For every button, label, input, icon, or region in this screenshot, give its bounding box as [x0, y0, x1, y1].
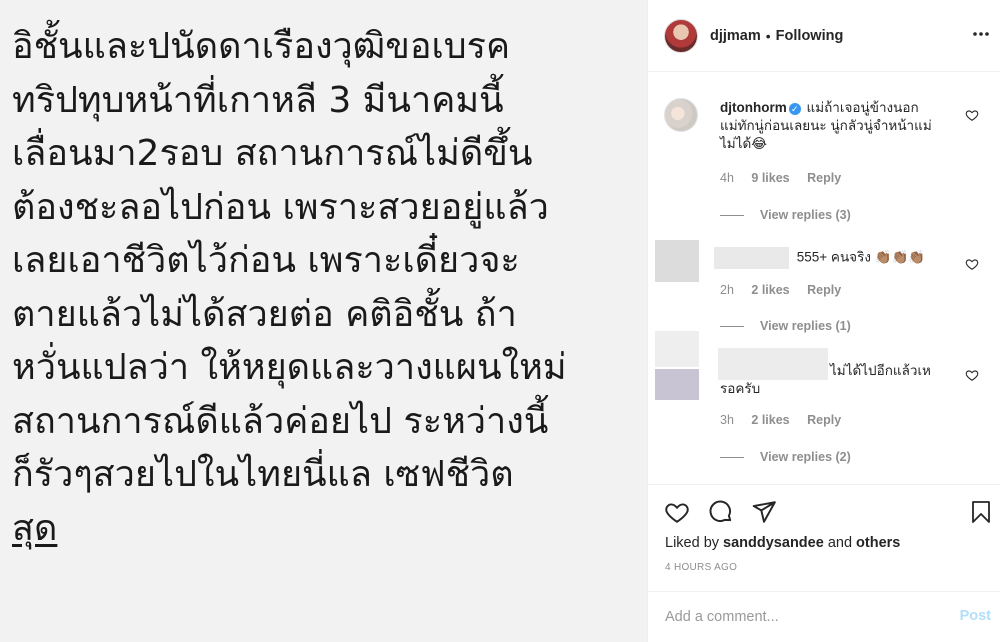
comment: djtonhorm ✓ แม่ถ้าเจอนู่ข้างนอก แม่ทักนู่…	[720, 99, 950, 153]
comment-likes[interactable]: 2 likes	[751, 283, 789, 297]
comment: 555+ คนจริง 👏🏽👏🏽👏🏽	[714, 247, 954, 269]
post-text-line: ตายแล้วไม่ได้สวยต่อ คติอิชั้น ถ้า	[12, 293, 517, 335]
reply-button[interactable]: Reply	[807, 413, 841, 427]
replies-dash	[720, 325, 744, 327]
heart-icon[interactable]	[664, 499, 690, 525]
more-icon[interactable]	[971, 24, 991, 44]
header-separator: •	[765, 27, 771, 44]
liked-prefix: Liked by	[665, 535, 724, 551]
commenter-username-blurred[interactable]	[714, 247, 789, 269]
post-image: อิชั้นและปนัดดาเรืองวุฒิขอเบรค ทริปทุบหน…	[0, 0, 647, 642]
verified-icon: ✓	[788, 103, 801, 115]
commenter-avatar-blurred[interactable]	[655, 240, 699, 282]
share-icon[interactable]	[751, 499, 777, 525]
author-username[interactable]: djjmam	[710, 28, 761, 44]
liked-by: Liked by sanddysandee and others	[665, 535, 900, 551]
small-heart-icon[interactable]	[965, 257, 979, 271]
small-heart-icon[interactable]	[965, 108, 979, 122]
post-time[interactable]: 4 HOURS AGO	[665, 562, 737, 573]
post-text-line: เลยเอาชีวิตไว้ก่อน เพราะเดี๋ยวจะ	[12, 240, 520, 281]
liked-and: and	[823, 535, 857, 551]
following-button[interactable]: Following	[776, 28, 844, 44]
author-avatar[interactable]	[664, 18, 698, 53]
comment-time[interactable]: 4h	[720, 171, 734, 185]
comment: ไม่ได้ไปอีกแล้วเห รอครับ	[720, 362, 960, 398]
comment-likes[interactable]: 2 likes	[751, 413, 789, 427]
post-text-line: สุด	[12, 507, 58, 549]
comment-meta: 3h 2 likes Reply	[720, 413, 855, 427]
post-text-line: สถานการณ์ดีแล้วค่อยไป ระหว่างนี้	[12, 400, 549, 442]
liked-others[interactable]: others	[856, 535, 900, 551]
comment-meta: 2h 2 likes Reply	[720, 283, 855, 297]
commenter-avatar-blurred-part	[655, 369, 699, 400]
bookmark-icon[interactable]	[969, 499, 993, 525]
post-text-line: ก็รัวๆสวยไปในไทยนี่แล เซฟชีวิต	[12, 454, 514, 495]
comments-list: djtonhorm ✓ แม่ถ้าเจอนู่ข้างนอก แม่ทักนู่…	[648, 73, 1000, 483]
replies-dash	[720, 214, 744, 216]
reply-button[interactable]: Reply	[807, 283, 841, 297]
add-comment-bar: Post	[648, 591, 1000, 642]
post-text-line: ต้องชะลอไปก่อน เพราะสวยอยู่แล้ว	[12, 186, 549, 228]
post-text-line: เลื่อนมา2รอบ สถานการณ์ไม่ดีขึ้น	[12, 133, 533, 174]
post-text-line: ทริปทุบหน้าที่เกาหลี 3 มีนาคมนี้	[12, 79, 504, 121]
comment-text: 555+ คนจริง 👏🏽👏🏽👏🏽	[796, 249, 926, 265]
post-text-line: หวั่นแปลว่า ให้หยุดและวางแผนใหม่	[12, 347, 567, 388]
post-button[interactable]: Post	[960, 608, 991, 624]
view-replies-label: View replies (3)	[760, 208, 851, 222]
small-heart-icon[interactable]	[965, 368, 979, 382]
view-replies-label: View replies (1)	[760, 319, 851, 333]
view-replies-button[interactable]: View replies (3)	[720, 208, 851, 222]
comment-meta: 4h 9 likes Reply	[720, 171, 855, 185]
action-bar: Liked by sanddysandee and others 4 HOURS…	[648, 484, 1000, 584]
view-replies-button[interactable]: View replies (2)	[720, 450, 851, 464]
view-replies-label: View replies (2)	[760, 450, 851, 464]
comment-text: ไม่ได้😂	[720, 136, 768, 151]
comment-icon[interactable]	[708, 499, 734, 525]
liked-user[interactable]: sanddysandee	[723, 535, 824, 551]
comment-likes[interactable]: 9 likes	[751, 171, 789, 185]
reply-button[interactable]: Reply	[807, 171, 841, 185]
comment-text: แม่ถ้าเจอนู่ข้างนอก	[806, 100, 919, 115]
comment-time[interactable]: 2h	[720, 283, 734, 297]
comment-text: รอครับ	[720, 381, 761, 396]
comment-text: ไม่ได้ไปอีกแล้วเห	[830, 363, 931, 378]
comment-text: แม่ทักนู่ก่อนเลยนะ นู่กลัวนู่จำหน้าแม่	[720, 118, 932, 133]
commenter-avatar-blurred[interactable]	[655, 331, 699, 367]
comment-time[interactable]: 3h	[720, 413, 734, 427]
comment-input[interactable]	[665, 606, 945, 628]
replies-dash	[720, 456, 744, 458]
post-text-line: อิชั้นและปนัดดาเรืองวุฒิขอเบรค	[12, 26, 511, 67]
commenter-avatar[interactable]	[664, 98, 698, 132]
post-side-panel: djjmam • Following djtonhorm ✓ แม่ถ้าเจอน…	[647, 0, 1000, 642]
view-replies-button[interactable]: View replies (1)	[720, 319, 851, 333]
post-header: djjmam • Following	[648, 0, 1000, 72]
commenter-username[interactable]: djtonhorm	[720, 100, 787, 115]
post-caption-image-text: อิชั้นและปนัดดาเรืองวุฒิขอเบรค ทริปทุบหน…	[12, 20, 642, 555]
